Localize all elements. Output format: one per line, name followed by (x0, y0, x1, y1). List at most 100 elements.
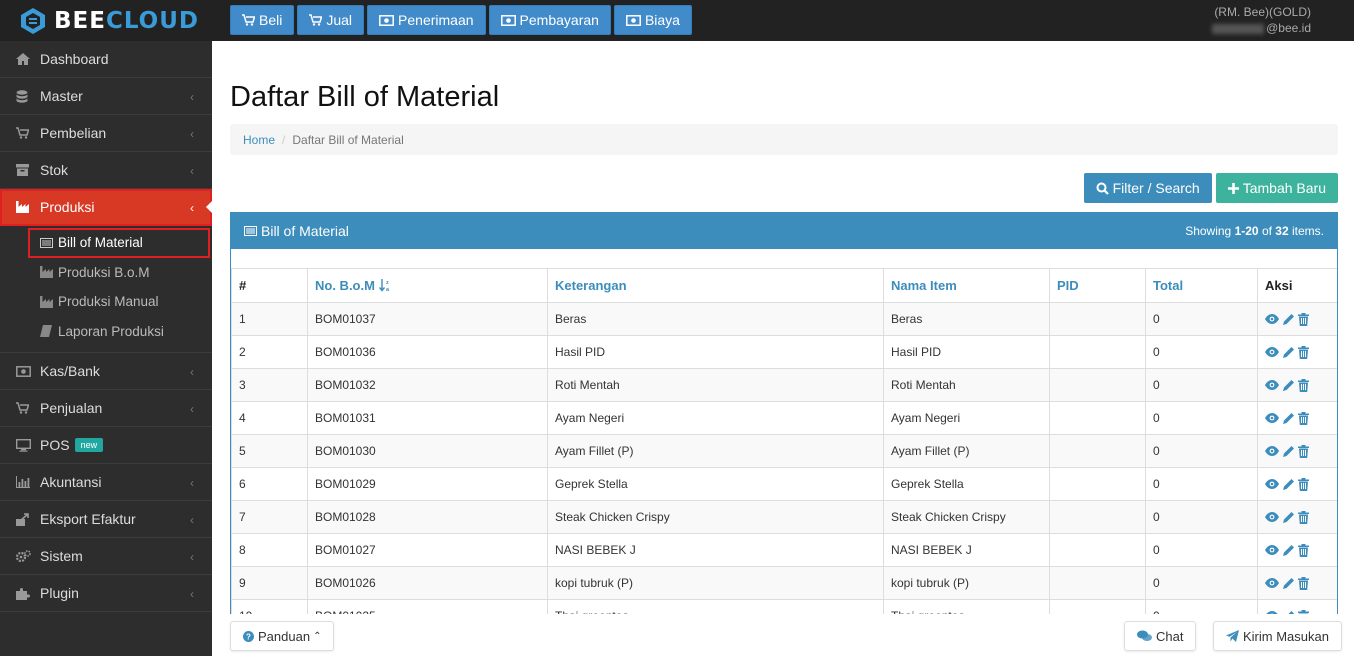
breadcrumb-home-link[interactable]: Home (243, 133, 275, 147)
table-row[interactable]: 5 BOM01030 Ayam Fillet (P) Ayam Fillet (P) 0 (231, 434, 1337, 468)
jual-button[interactable]: Jual (297, 5, 365, 35)
edit-icon[interactable] (1282, 445, 1295, 458)
row-actions (1265, 510, 1330, 524)
beli-button[interactable]: Beli (230, 5, 295, 35)
brand-logo[interactable]: BEECLOUD (0, 0, 212, 41)
delete-icon[interactable] (1298, 510, 1309, 524)
table-row[interactable]: 1 BOM01037 Beras Beras 0 (231, 302, 1337, 336)
cell-aksi (1257, 533, 1337, 567)
view-icon[interactable] (1265, 380, 1279, 390)
submenu-produksi-bom[interactable]: Produksi B.o.M (0, 258, 212, 288)
sidebar-item-label: Dashboard (40, 51, 109, 67)
bar-chart-icon (16, 476, 30, 488)
paper-plane-icon (1226, 630, 1239, 642)
col-header-pid[interactable]: PID (1049, 268, 1146, 303)
sidebar-item-stok[interactable]: Stok ‹ (0, 152, 212, 189)
action-buttons: Filter / Search Tambah Baru (1083, 173, 1338, 203)
delete-icon[interactable] (1298, 444, 1309, 458)
col-header-no-bom[interactable]: No. B.o.M za (307, 268, 548, 303)
cell-no-bom: BOM01032 (307, 368, 548, 402)
table-row[interactable]: 3 BOM01032 Roti Mentah Roti Mentah 0 (231, 368, 1337, 402)
guide-button[interactable]: ? Panduan ⌃ (230, 621, 335, 651)
sidebar-item-sistem[interactable]: Sistem ‹ (0, 538, 212, 575)
sidebar-item-label: POS (40, 437, 70, 453)
cell-keterangan: Ayam Negeri (547, 401, 884, 435)
delete-icon[interactable] (1298, 378, 1309, 392)
cell-aksi (1257, 335, 1337, 369)
submenu-bill-of-material[interactable]: Bill of Material (28, 228, 210, 258)
view-icon[interactable] (1265, 512, 1279, 522)
submenu-laporan-produksi[interactable]: Laporan Produksi (0, 317, 212, 347)
puzzle-icon (16, 587, 30, 600)
edit-icon[interactable] (1282, 544, 1295, 557)
col-header-nama-item[interactable]: Nama Item (883, 268, 1050, 303)
edit-icon[interactable] (1282, 511, 1295, 524)
table-row[interactable]: 6 BOM01029 Geprek Stella Geprek Stella 0 (231, 467, 1337, 501)
edit-icon[interactable] (1282, 577, 1295, 590)
archive-icon (16, 164, 29, 176)
bill-of-material-panel: Bill of Material Showing 1-20 of 32 item… (230, 212, 1338, 656)
sidebar-item-eksport-efaktur[interactable]: Eksport Efaktur ‹ (0, 501, 212, 538)
view-icon[interactable] (1265, 578, 1279, 588)
delete-icon[interactable] (1298, 543, 1309, 557)
view-icon[interactable] (1265, 347, 1279, 357)
delete-icon[interactable] (1298, 345, 1309, 359)
sidebar-item-penjualan[interactable]: Penjualan ‹ (0, 390, 212, 427)
summary-middle: of (1258, 224, 1276, 238)
cell-keterangan: Steak Chicken Crispy (547, 500, 884, 534)
sidebar-item-pembelian[interactable]: Pembelian ‹ (0, 115, 212, 152)
edit-icon[interactable] (1282, 346, 1295, 359)
table-row[interactable]: 9 BOM01026 kopi tubruk (P) kopi tubruk (P) 0 (231, 566, 1337, 600)
delete-icon[interactable] (1298, 477, 1309, 491)
edit-icon[interactable] (1282, 412, 1295, 425)
view-icon[interactable] (1265, 479, 1279, 489)
summary-range: 1-20 (1234, 224, 1259, 238)
cell-keterangan: Ayam Fillet (P) (547, 434, 884, 468)
view-icon[interactable] (1265, 413, 1279, 423)
user-menu[interactable]: (RM. Bee)(GOLD) @bee.id (1212, 4, 1311, 36)
chat-button[interactable]: Chat (1124, 621, 1197, 651)
sidebar-item-plugin[interactable]: Plugin ‹ (0, 575, 212, 612)
sidebar-item-akuntansi[interactable]: Akuntansi ‹ (0, 464, 212, 501)
pembayaran-button[interactable]: Pembayaran (488, 5, 611, 35)
view-icon[interactable] (1265, 545, 1279, 555)
sort-alpha-icon: za (378, 279, 390, 293)
send-feedback-button[interactable]: Kirim Masukan (1213, 621, 1342, 651)
table-row[interactable]: 4 BOM01031 Ayam Negeri Ayam Negeri 0 (231, 401, 1337, 435)
sidebar-item-label: Stok (40, 162, 69, 178)
add-new-button[interactable]: Tambah Baru (1215, 173, 1338, 203)
money-icon (16, 365, 31, 377)
cart-icon (242, 14, 255, 26)
sidebar-item-kas-bank[interactable]: Kas/Bank ‹ (0, 353, 212, 390)
cell-row-number: 7 (231, 500, 308, 534)
penerimaan-button[interactable]: Penerimaan (367, 5, 486, 35)
edit-icon[interactable] (1282, 313, 1295, 326)
delete-icon[interactable] (1298, 576, 1309, 590)
delete-icon[interactable] (1298, 411, 1309, 425)
table-row[interactable]: 8 BOM01027 NASI BEBEK J NASI BEBEK J0 (231, 533, 1337, 567)
send-feedback-label: Kirim Masukan (1243, 628, 1329, 644)
beli-label: Beli (259, 12, 283, 28)
edit-icon[interactable] (1282, 379, 1295, 392)
view-icon[interactable] (1265, 446, 1279, 456)
breadcrumb-current: Daftar Bill of Material (292, 132, 404, 147)
sidebar-item-label: Akuntansi (40, 474, 102, 490)
table-row[interactable]: 7 BOM01028 Steak Chicken Crispy Steak Chick… (231, 500, 1337, 534)
col-header-keterangan[interactable]: Keterangan (547, 268, 884, 303)
sidebar-item-pos[interactable]: POS new (0, 427, 212, 464)
sidebar-item-master[interactable]: Master ‹ (0, 78, 212, 115)
table-row[interactable]: 2 BOM01036 Hasil PID Hasil PID 0 (231, 335, 1337, 369)
desktop-icon (16, 438, 31, 452)
sidebar-item-produksi[interactable]: Produksi ‹ (0, 189, 212, 226)
col-header-total[interactable]: Total (1145, 268, 1258, 303)
delete-icon[interactable] (1298, 312, 1309, 326)
sidebar-item-dashboard[interactable]: Dashboard (0, 41, 212, 78)
row-actions (1265, 444, 1330, 458)
edit-icon[interactable] (1282, 478, 1295, 491)
biaya-button[interactable]: Biaya (613, 5, 692, 35)
summary-total: 32 (1275, 224, 1289, 238)
submenu-produksi-manual[interactable]: Produksi Manual (0, 287, 212, 317)
view-icon[interactable] (1265, 314, 1279, 324)
filter-search-button[interactable]: Filter / Search (1083, 173, 1212, 203)
cart-icon (16, 402, 29, 414)
